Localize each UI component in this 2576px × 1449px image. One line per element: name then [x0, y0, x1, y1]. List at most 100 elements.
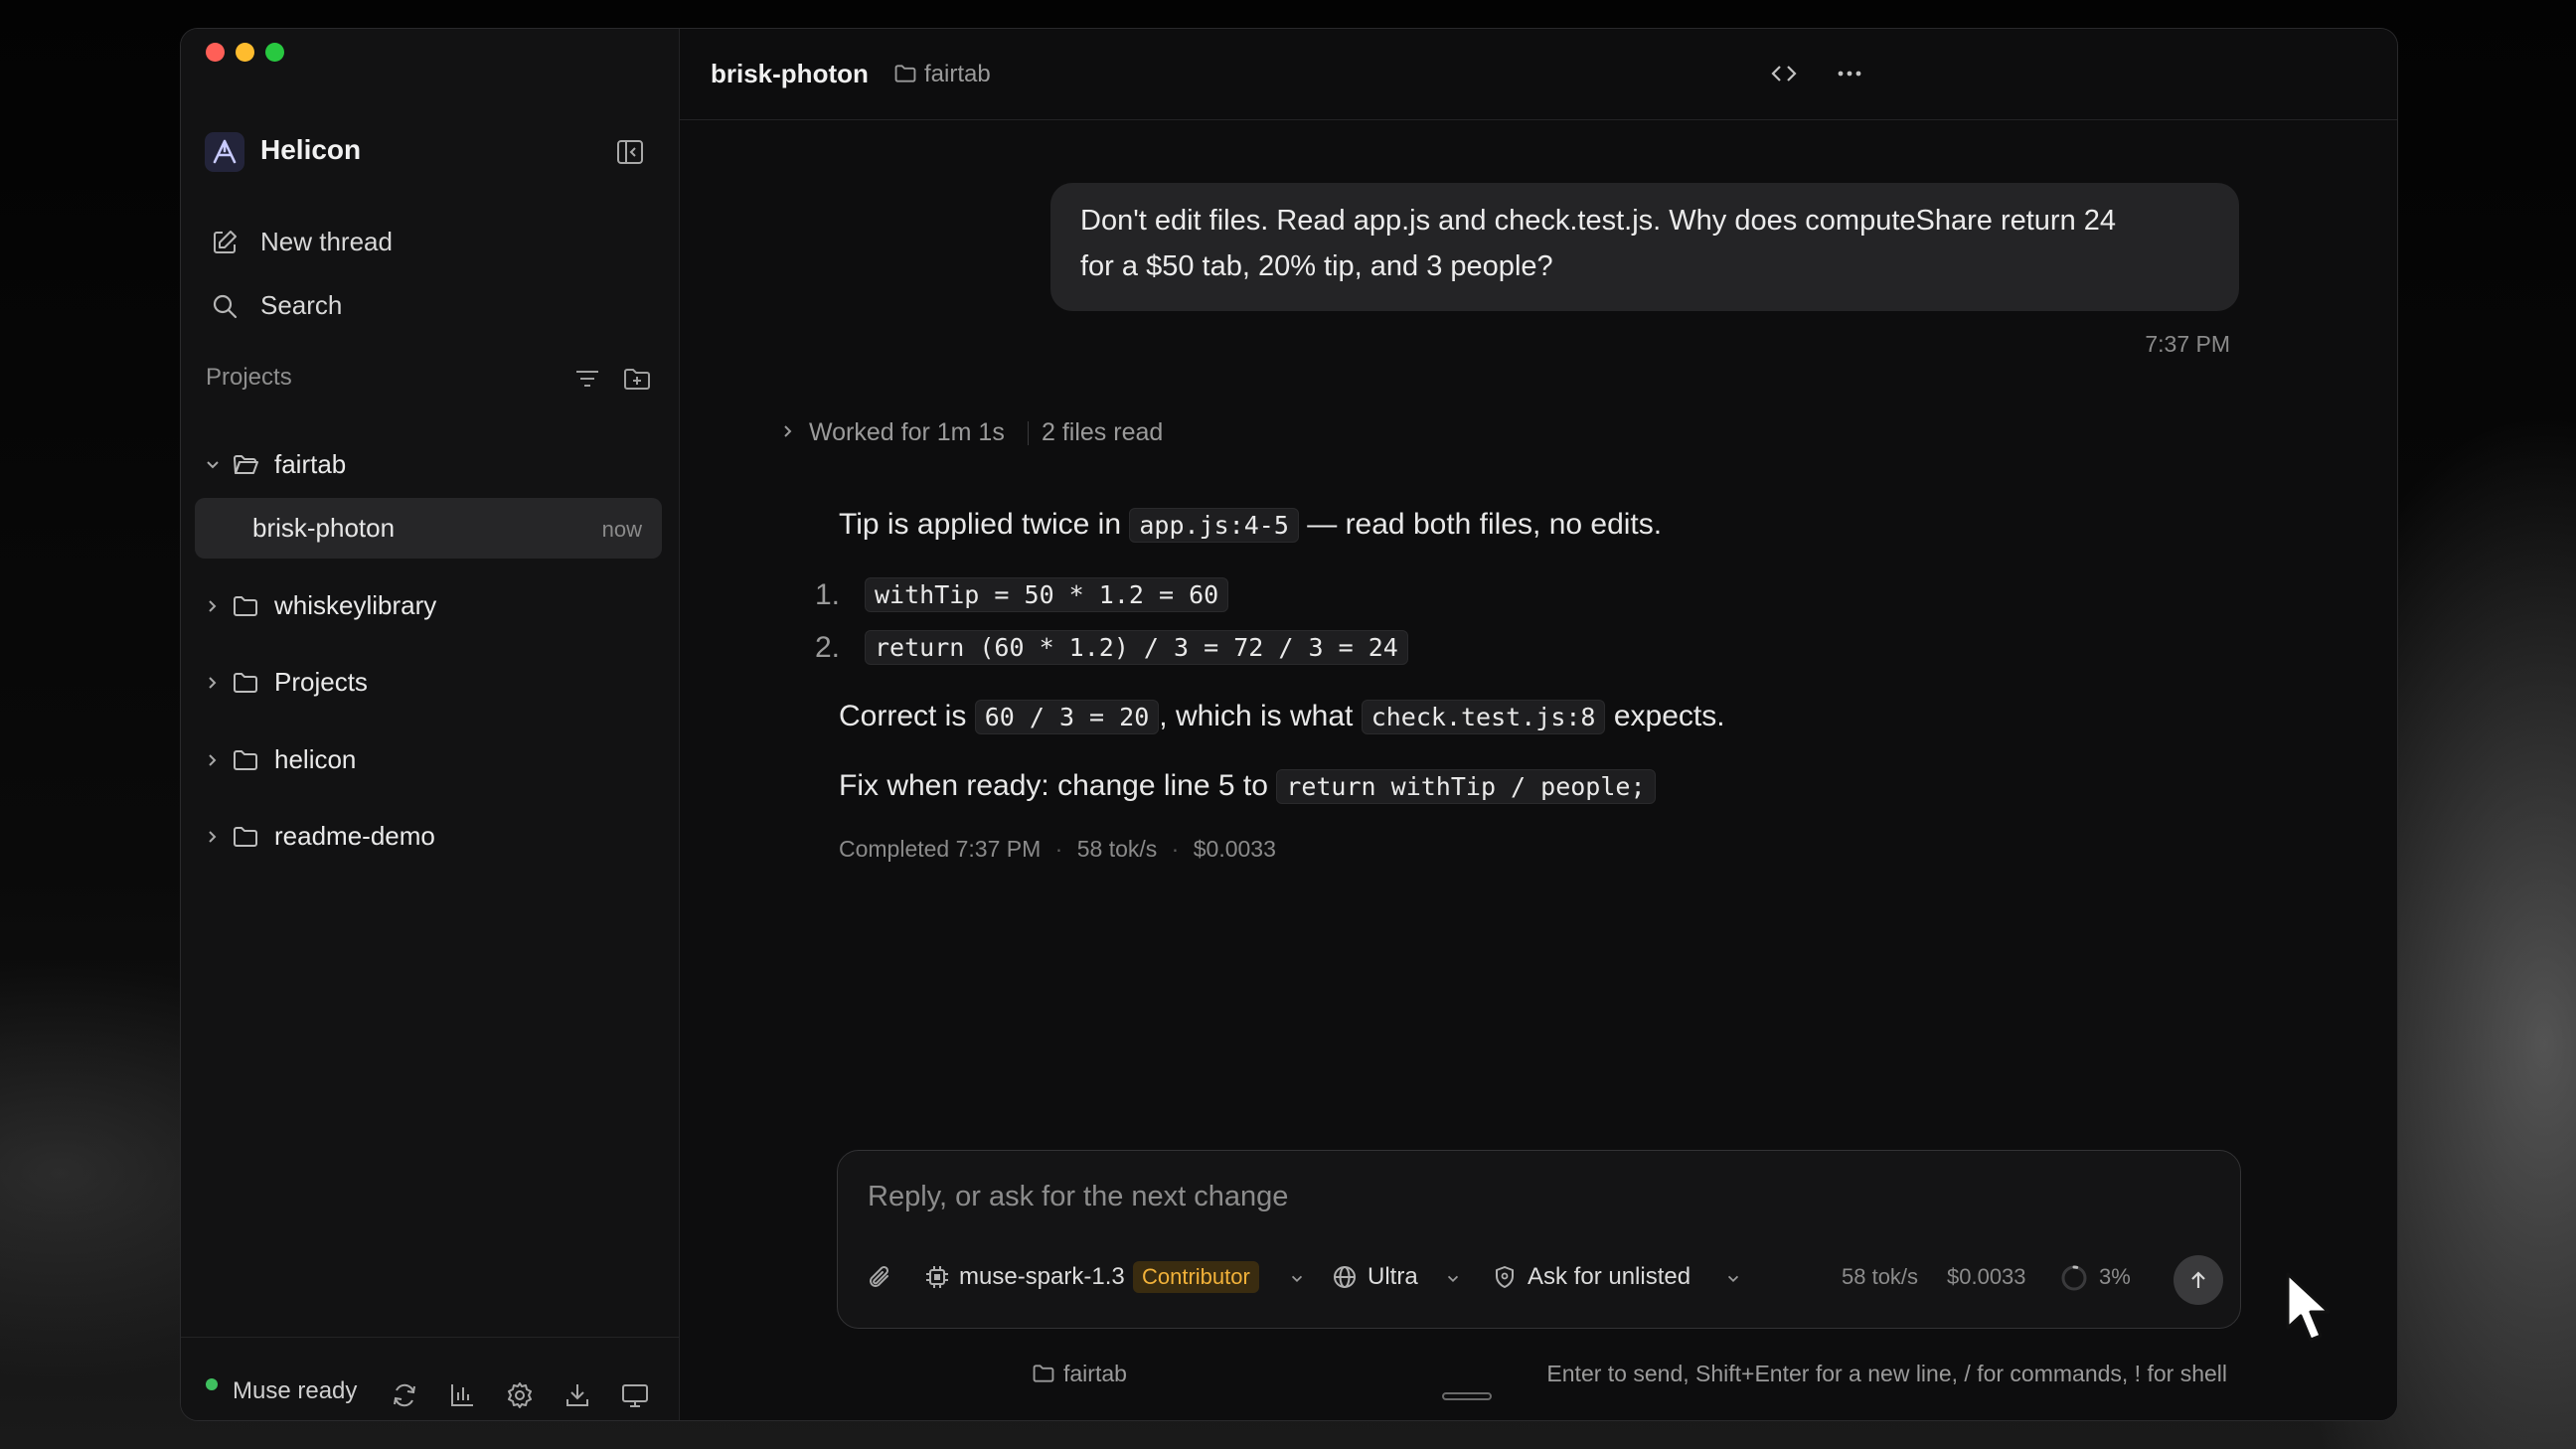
- send-button[interactable]: [2174, 1255, 2223, 1305]
- mouse-cursor-icon: [2284, 1270, 2335, 1346]
- reply-text: expects.: [1613, 700, 1725, 732]
- project-item-whiskeylibrary[interactable]: whiskeylibrary: [195, 575, 662, 637]
- user-message-line-2: for a $50 tab, 20% tip, and 3 people?: [1080, 250, 1553, 282]
- chevron-right-icon: [204, 751, 222, 769]
- collapse-sidebar-icon[interactable]: [615, 137, 645, 167]
- project-item-helicon[interactable]: helicon: [195, 729, 662, 791]
- folder-icon: [232, 823, 259, 851]
- resize-handle[interactable]: [1442, 1392, 1492, 1400]
- footer-project[interactable]: fairtab: [1063, 1361, 1127, 1387]
- helicon-logo-icon: [205, 132, 244, 172]
- list-item: return (60 * 1.2) / 3 = 72 / 3 = 24: [865, 630, 1408, 665]
- meta-separator: ·: [1054, 836, 1063, 862]
- thread-item-brisk-photon[interactable]: brisk-photon now: [195, 498, 662, 559]
- compose-icon: [210, 228, 240, 257]
- permission-label: Ask for unlisted: [1528, 1263, 1691, 1290]
- folder-icon: [232, 746, 259, 774]
- window-close-button[interactable]: [206, 43, 225, 62]
- model-name: muse-spark-1.3: [959, 1263, 1125, 1290]
- chevron-down-icon: [1289, 1271, 1305, 1287]
- context-percent: 3%: [2099, 1264, 2131, 1289]
- meta-separator: ·: [1171, 836, 1180, 862]
- folder-icon: [232, 592, 259, 620]
- status-dot: [206, 1378, 218, 1390]
- chevron-down-icon: [1445, 1271, 1461, 1287]
- inline-code: 60 / 3 = 20: [974, 700, 1160, 734]
- project-name: helicon: [274, 744, 357, 774]
- reply-cost: $0.0033: [1193, 836, 1276, 862]
- reply-paragraph-3: Fix when ready: change line 5 to return …: [839, 769, 1656, 804]
- refresh-icon[interactable]: [390, 1380, 419, 1410]
- main-panel: brisk-photon fairtab Don't edit files. R…: [680, 29, 2397, 1420]
- app-window: Helicon New thread Search Projects fairt…: [180, 28, 2398, 1421]
- project-item-fairtab[interactable]: fairtab: [195, 434, 662, 496]
- keyboard-hint: Enter to send, Shift+Enter for a new lin…: [1546, 1361, 2227, 1386]
- header-divider: [680, 119, 2397, 120]
- reply-text: , which is what: [1159, 700, 1354, 732]
- inline-code: check.test.js:8: [1361, 700, 1606, 734]
- chevron-down-icon: [1725, 1271, 1741, 1287]
- search-icon: [210, 291, 240, 321]
- chevron-down-icon: [204, 456, 222, 474]
- project-item-readme-demo[interactable]: readme-demo: [195, 806, 662, 868]
- chevron-right-icon: [204, 674, 222, 692]
- status-text: Muse ready: [233, 1377, 358, 1404]
- inline-code: return withTip / people;: [1276, 769, 1656, 804]
- project-name: readme-demo: [274, 821, 435, 851]
- search-button[interactable]: Search: [195, 275, 662, 337]
- new-thread-label: New thread: [260, 227, 393, 256]
- reply-meta: Completed 7:37 PM · 58 tok/s · $0.0033: [839, 836, 1276, 863]
- list-number: 1.: [815, 578, 841, 611]
- download-icon[interactable]: [563, 1380, 592, 1410]
- reply-text: Fix when ready: change line 5 to: [839, 769, 1268, 802]
- work-duration: Worked for 1m 1s: [809, 418, 1005, 446]
- summary-divider: [1028, 421, 1029, 445]
- new-project-folder-icon[interactable]: [622, 364, 652, 394]
- permission-selector[interactable]: Ask for unlisted: [1492, 1256, 1750, 1300]
- thread-name: brisk-photon: [252, 513, 396, 543]
- thread-time: now: [601, 517, 642, 542]
- completed-time: Completed 7:37 PM: [839, 836, 1042, 862]
- files-read-count: 2 files read: [1042, 418, 1164, 446]
- new-thread-button[interactable]: New thread: [195, 212, 662, 273]
- folder-icon: [232, 669, 259, 697]
- model-selector[interactable]: muse-spark-1.3 Contributor: [923, 1256, 1303, 1300]
- reply-input[interactable]: Reply, or ask for the next change: [868, 1181, 1288, 1213]
- projects-header: Projects: [206, 364, 292, 391]
- reply-text: — read both files, no edits.: [1307, 508, 1663, 541]
- project-name: whiskeylibrary: [274, 590, 437, 620]
- reply-speed: 58 tok/s: [1076, 836, 1158, 862]
- reply-text: Correct is: [839, 700, 967, 732]
- globe-icon: [1332, 1264, 1358, 1290]
- window-minimize-button[interactable]: [236, 43, 254, 62]
- chevron-right-icon: [204, 828, 222, 846]
- project-name: fairtab: [274, 449, 347, 479]
- composer: Reply, or ask for the next change muse-s…: [837, 1150, 2241, 1329]
- filter-icon[interactable]: [572, 364, 602, 394]
- user-message-bubble: Don't edit files. Read app.js and check.…: [1050, 183, 2239, 311]
- monitor-icon[interactable]: [620, 1380, 650, 1410]
- more-options-icon[interactable]: [1835, 59, 1864, 88]
- paperclip-icon[interactable]: [866, 1263, 895, 1293]
- inline-code: withTip = 50 * 1.2 = 60: [865, 577, 1229, 612]
- work-summary-toggle[interactable]: Worked for 1m 1s 2 files read: [779, 410, 1256, 454]
- folder-icon: [893, 62, 917, 85]
- composer-cost: $0.0033: [1947, 1264, 2026, 1289]
- effort-label: Ultra: [1368, 1263, 1418, 1290]
- settings-gear-icon[interactable]: [505, 1380, 535, 1410]
- window-zoom-button[interactable]: [265, 43, 284, 62]
- header-project[interactable]: fairtab: [924, 61, 991, 88]
- bar-chart-icon[interactable]: [447, 1380, 477, 1410]
- list-item: withTip = 50 * 1.2 = 60: [865, 577, 1229, 612]
- reply-text: Tip is applied twice in: [839, 508, 1122, 541]
- effort-selector[interactable]: Ultra: [1332, 1256, 1461, 1300]
- shield-icon: [1492, 1264, 1518, 1290]
- arrow-up-icon: [2186, 1268, 2210, 1292]
- reply-paragraph-2: Correct is 60 / 3 = 20, which is what ch…: [839, 700, 1725, 734]
- composer-speed: 58 tok/s: [1842, 1264, 1919, 1289]
- code-view-icon[interactable]: [1769, 59, 1799, 88]
- user-message-line-1: Don't edit files. Read app.js and check.…: [1080, 205, 2117, 237]
- project-item-projects[interactable]: Projects: [195, 652, 662, 714]
- list-number: 2.: [815, 631, 841, 664]
- user-message-time: 7:37 PM: [2145, 331, 2230, 357]
